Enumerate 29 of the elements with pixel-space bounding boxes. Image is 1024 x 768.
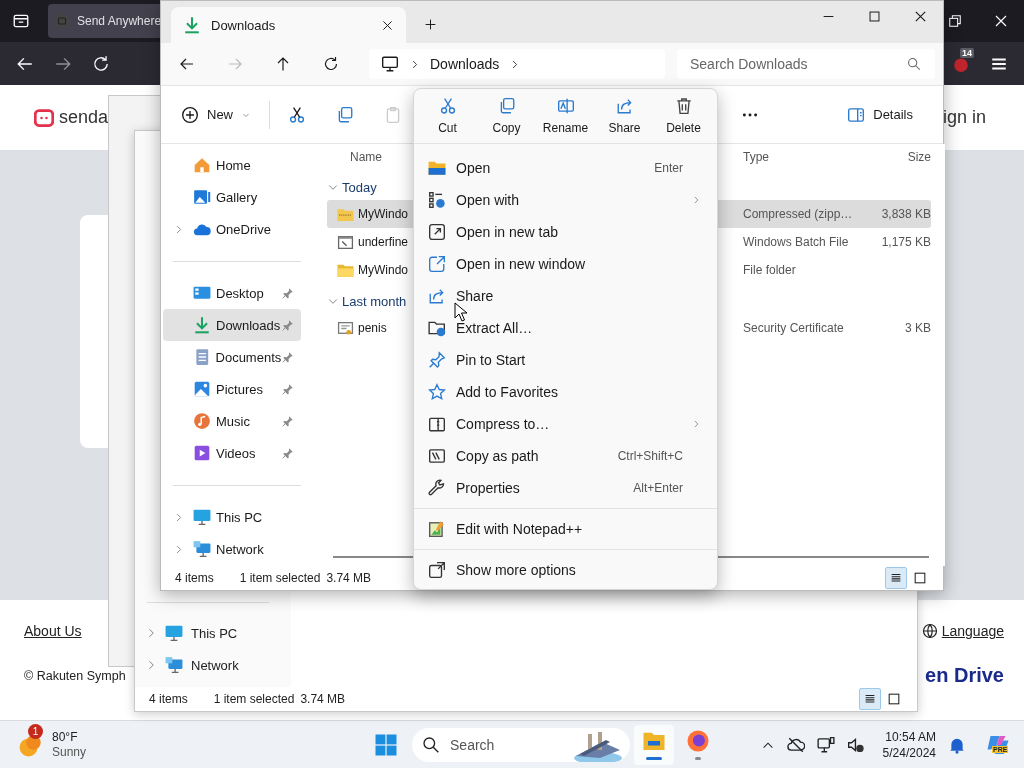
file-size: 3 KB — [905, 321, 931, 335]
temperature-text: 80°F — [52, 729, 79, 745]
file-size: 1,175 KB — [881, 235, 931, 249]
selection-size: 3.74 MB — [300, 692, 346, 706]
selection-info: 1 item selected — [213, 692, 295, 706]
file-type: File folder — [743, 263, 796, 277]
file-name: MyWindo — [358, 207, 408, 221]
shortcut-text: Enter — [654, 161, 683, 175]
group-header: Today — [342, 179, 377, 195]
item-count: 4 items — [149, 692, 188, 706]
shortcut-text: Alt+Enter — [633, 481, 683, 495]
shortcut-text: Ctrl+Shift+C — [617, 449, 683, 463]
selection-size: 3.74 MB — [326, 571, 372, 585]
item-count: 4 items — [175, 571, 214, 585]
file-type: Compressed (zipp… — [743, 207, 853, 221]
file-name: penis — [358, 321, 387, 335]
group-header: Last month — [342, 293, 407, 309]
file-size: 3,838 KB — [881, 207, 931, 221]
count-badge: 14 — [960, 47, 974, 58]
file-type: Windows Batch File — [743, 235, 849, 249]
file-name: MyWindo — [358, 263, 408, 277]
brand-logo-text: en Drive — [925, 664, 1004, 688]
file-type: Security Certificate — [743, 321, 844, 335]
weather-condition: Sunny — [52, 744, 87, 760]
file-name: underfine — [358, 235, 409, 249]
copyright-text: © Rakuten Symph — [24, 668, 126, 683]
site-logo-text: senda — [59, 107, 109, 128]
selection-info: 1 item selected — [239, 571, 321, 585]
notification-badge: 1 — [28, 723, 43, 739]
